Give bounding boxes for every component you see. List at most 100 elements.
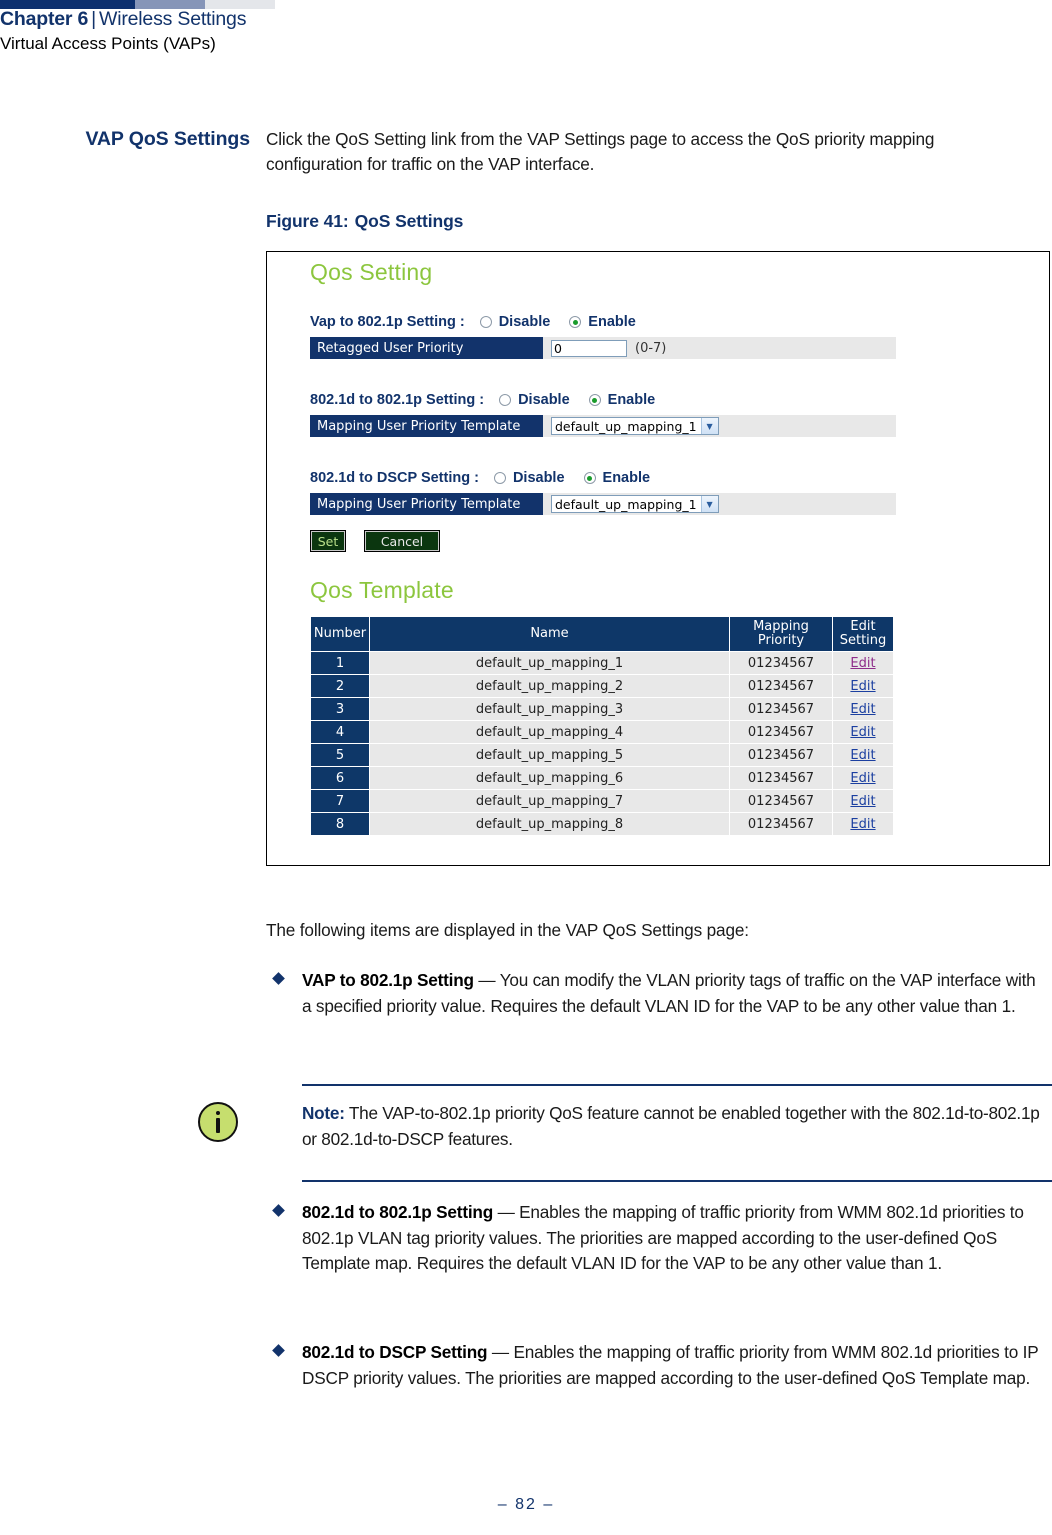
note-top-rule: [302, 1084, 1052, 1086]
8021d-to-dscp-enable-option[interactable]: Enable: [577, 470, 651, 486]
figure-caption: Figure 41: QoS Settings: [266, 211, 463, 232]
cell-number: 8: [310, 812, 370, 836]
qos-template-table-body: 1 default_up_mapping_1 01234567 Edit 2 d…: [310, 651, 894, 836]
edit-link[interactable]: Edit: [850, 679, 875, 694]
bullet-term: VAP to 802.1p Setting: [302, 970, 474, 990]
chapter-subtitle: Virtual Access Points (VAPs): [0, 34, 216, 53]
8021d-to-dscp-disable-label: Disable: [512, 470, 565, 486]
column-header-name: Name: [369, 616, 730, 652]
retagged-user-priority-row: Retagged User Priority (0-7): [310, 337, 896, 359]
vap-to-8021p-setting-group: Vap to 802.1p Setting : Disable Enable: [310, 314, 648, 330]
diamond-bullet-icon: [272, 1204, 285, 1217]
cell-name: default_up_mapping_4: [369, 720, 730, 744]
retagged-user-priority-hint: (0-7): [635, 340, 667, 356]
bullet-8021d-to-8021p: 802.1d to 802.1p Setting — Enables the m…: [266, 1200, 1048, 1277]
table-row: 7 default_up_mapping_7 01234567 Edit: [310, 789, 894, 813]
cell-number: 4: [310, 720, 370, 744]
radio-selected-icon[interactable]: [569, 316, 582, 328]
chevron-down-icon[interactable]: ▼: [700, 418, 718, 434]
radio-icon[interactable]: [493, 472, 506, 484]
cell-edit: Edit: [832, 743, 894, 767]
cell-number: 5: [310, 743, 370, 767]
cell-mapping-priority: 01234567: [729, 651, 833, 675]
mapping-template-value-cell-dscp: default_up_mapping_1 ▼: [543, 493, 896, 515]
edit-link[interactable]: Edit: [850, 725, 875, 740]
chevron-down-icon[interactable]: ▼: [700, 496, 718, 512]
cell-mapping-priority: 01234567: [729, 743, 833, 767]
cell-mapping-priority: 01234567: [729, 812, 833, 836]
column-header-mapping-line2: Priority: [757, 633, 805, 648]
cell-name: default_up_mapping_2: [369, 674, 730, 698]
cell-name: default_up_mapping_6: [369, 766, 730, 790]
retagged-user-priority-input[interactable]: [551, 339, 627, 357]
edit-link[interactable]: Edit: [850, 748, 875, 763]
chapter-separator: |: [91, 8, 97, 30]
mapping-template-label-dscp: Mapping User Priority Template: [310, 493, 543, 515]
radio-selected-icon[interactable]: [583, 472, 596, 484]
8021d-to-8021p-enable-option[interactable]: Enable: [582, 392, 655, 408]
table-row: 8 default_up_mapping_8 01234567 Edit: [310, 812, 894, 836]
cell-name: default_up_mapping_8: [369, 812, 730, 836]
mapping-template-label-8021p: Mapping User Priority Template: [310, 415, 543, 437]
mapping-template-selected-value-dscp: default_up_mapping_1: [555, 496, 697, 512]
table-row: 2 default_up_mapping_2 01234567 Edit: [310, 674, 894, 698]
column-header-edit-line2: Setting: [839, 633, 887, 648]
bullet-term: 802.1d to DSCP Setting: [302, 1342, 488, 1362]
qos-template-table: Number Name Mapping Priority Edit Settin…: [310, 616, 894, 836]
figure-screenshot: Qos Setting Vap to 802.1p Setting : Disa…: [266, 251, 1050, 866]
table-row: 4 default_up_mapping_4 01234567 Edit: [310, 720, 894, 744]
mapping-template-selected-value-8021p: default_up_mapping_1: [555, 418, 697, 434]
page-title: VAP QoS Settings: [85, 128, 250, 150]
vap-to-8021p-enable-label: Enable: [588, 314, 636, 330]
cell-edit: Edit: [832, 812, 894, 836]
bullet-dash: —: [493, 1202, 520, 1222]
table-row: 5 default_up_mapping_5 01234567 Edit: [310, 743, 894, 767]
bullet-term: 802.1d to 802.1p Setting: [302, 1202, 494, 1222]
bullet-vap-to-8021p: VAP to 802.1p Setting — You can modify t…: [266, 968, 1048, 1019]
bullet-dash: —: [487, 1342, 514, 1362]
edit-link[interactable]: Edit: [850, 771, 875, 786]
8021d-to-8021p-disable-option[interactable]: Disable: [492, 392, 570, 408]
figure-caption-title: QoS Settings: [354, 211, 464, 231]
cell-mapping-priority: 01234567: [729, 674, 833, 698]
table-row: 1 default_up_mapping_1 01234567 Edit: [310, 651, 894, 675]
cell-number: 6: [310, 766, 370, 790]
column-header-edit-setting: Edit Setting: [832, 616, 894, 652]
edit-link[interactable]: Edit: [850, 702, 875, 717]
cell-edit: Edit: [832, 789, 894, 813]
radio-icon[interactable]: [479, 316, 492, 328]
column-header-edit-line1: Edit: [850, 619, 876, 634]
edit-link[interactable]: Edit: [850, 794, 875, 809]
diamond-bullet-icon: [272, 1344, 285, 1357]
edit-link[interactable]: Edit: [850, 656, 875, 671]
chapter-title: Wireless Settings: [99, 8, 247, 30]
radio-selected-icon[interactable]: [588, 394, 601, 406]
cell-edit: Edit: [832, 720, 894, 744]
cell-edit: Edit: [832, 766, 894, 790]
column-header-mapping-line1: Mapping: [753, 619, 809, 634]
set-button[interactable]: Set: [310, 530, 346, 552]
8021d-to-8021p-setting-group: 802.1d to 802.1p Setting : Disable Enabl…: [310, 392, 667, 408]
lead-in-paragraph: The following items are displayed in the…: [266, 920, 749, 940]
8021d-to-dscp-disable-option[interactable]: Disable: [487, 470, 565, 486]
8021d-to-dscp-label: 802.1d to DSCP Setting :: [310, 470, 479, 486]
intro-paragraph: Click the QoS Setting link from the VAP …: [266, 129, 935, 174]
vap-to-8021p-enable-option[interactable]: Enable: [562, 314, 636, 330]
qos-setting-heading: Qos Setting: [310, 259, 433, 285]
qos-template-table-head: Number Name Mapping Priority Edit Settin…: [310, 616, 894, 652]
mapping-template-select-dscp[interactable]: default_up_mapping_1 ▼: [551, 495, 719, 513]
cancel-button[interactable]: Cancel: [364, 530, 440, 552]
8021d-to-8021p-disable-label: Disable: [518, 392, 570, 408]
edit-link[interactable]: Edit: [850, 817, 875, 832]
8021d-to-dscp-enable-label: Enable: [602, 470, 651, 486]
radio-icon[interactable]: [499, 394, 512, 406]
cell-mapping-priority: 01234567: [729, 766, 833, 790]
vap-to-8021p-disable-option[interactable]: Disable: [473, 314, 550, 330]
mapping-template-select-8021p[interactable]: default_up_mapping_1 ▼: [551, 417, 719, 435]
cell-edit: Edit: [832, 651, 894, 675]
note-block: Note: The VAP-to-802.1p priority QoS fea…: [198, 1084, 1052, 1194]
mapping-template-row-8021p: Mapping User Priority Template default_u…: [310, 415, 896, 437]
cell-name: default_up_mapping_1: [369, 651, 730, 675]
cell-number: 1: [310, 651, 370, 675]
chapter-number: Chapter 6: [0, 8, 89, 30]
